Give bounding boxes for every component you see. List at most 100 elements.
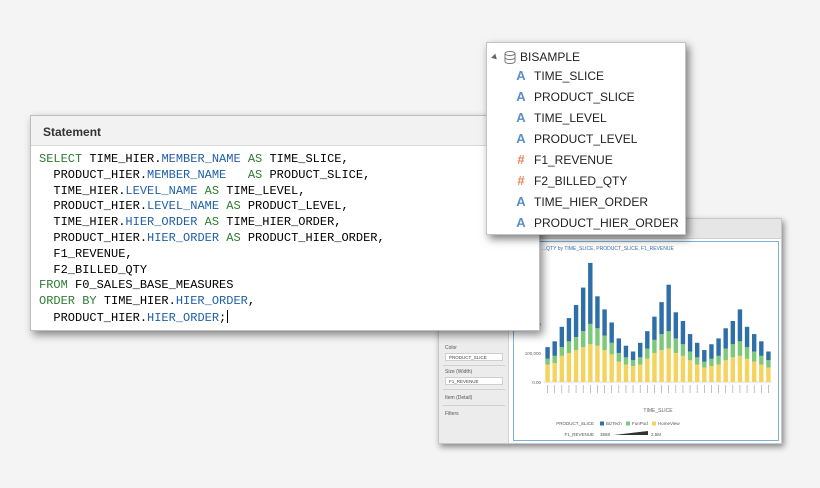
bar-segment bbox=[687, 334, 693, 352]
x-tick-label bbox=[725, 385, 726, 393]
x-tick-label bbox=[604, 385, 605, 393]
tree-item-product-slice[interactable]: A PRODUCT_SLICE bbox=[513, 86, 634, 107]
bar-segment bbox=[609, 354, 614, 382]
sql-text: TIME_HIER. bbox=[89, 152, 162, 166]
attribute-letter-icon: A bbox=[516, 110, 526, 125]
tree-item-f1-revenue[interactable]: # F1_REVENUE bbox=[513, 149, 612, 170]
x-tick-label bbox=[696, 385, 698, 393]
legend-label: HomeView bbox=[658, 421, 680, 426]
bar-segment bbox=[759, 355, 764, 365]
sql-text: PRODUCT_HIER. bbox=[39, 230, 148, 245]
size-wedge bbox=[614, 431, 648, 435]
size-legend-min: 3868 bbox=[600, 432, 611, 437]
collapse-triangle-icon[interactable] bbox=[491, 53, 499, 61]
x-tick-label bbox=[732, 385, 734, 393]
database-icon bbox=[504, 50, 516, 64]
sql-field: HIER_ORDER bbox=[147, 310, 220, 325]
sql-field: LEVEL_NAME bbox=[147, 199, 220, 214]
x-tick-label bbox=[675, 385, 677, 393]
sql-editor[interactable]: SELECT TIME_HIER.MEMBER_NAME AS TIME_SLI… bbox=[39, 152, 535, 327]
tree-item-label: TIME_HIER_ORDER bbox=[534, 194, 649, 209]
bar-segment bbox=[737, 341, 743, 356]
sql-line: ORDER BY TIME_HIER.HIER_ORDER, bbox=[39, 294, 535, 310]
tree-item-label: PRODUCT_HIER_ORDER bbox=[534, 215, 679, 230]
bar-segment bbox=[694, 342, 700, 358]
sql-field: HIER_ORDER bbox=[125, 215, 198, 230]
color-label: Color bbox=[445, 345, 457, 351]
x-tick-label bbox=[554, 385, 555, 393]
bar-segment bbox=[666, 284, 671, 332]
tree-item-f2-billed-qty[interactable]: # F2_BILLED_QTY bbox=[513, 170, 627, 191]
bar-segment bbox=[759, 364, 764, 382]
bar-segment bbox=[588, 323, 593, 345]
stacked-bar-chart: 200,000100,0000.00TIME_SLICEPRODUCT_SLIC… bbox=[525, 262, 772, 437]
tree-item-time-slice[interactable]: A TIME_SLICE bbox=[513, 65, 604, 86]
x-tick-label bbox=[625, 385, 627, 393]
sql-keyword: SELECT bbox=[39, 152, 90, 166]
sql-text: TIME_LEVEL, bbox=[226, 183, 306, 198]
bar-segment bbox=[552, 363, 557, 382]
sql-text: ; bbox=[219, 310, 227, 325]
sql-line: TIME_HIER.LEVEL_NAME AS TIME_LEVEL, bbox=[39, 184, 535, 200]
x-tick-label bbox=[768, 385, 769, 393]
sql-text: F1_REVENUE, bbox=[39, 246, 133, 261]
divider bbox=[443, 405, 505, 406]
x-tick-label bbox=[618, 385, 620, 393]
color-pill[interactable]: PRODUCT_SLICE bbox=[445, 353, 503, 361]
legend-label: FunPod bbox=[632, 421, 648, 426]
size-legend-title: F1_REVENUE bbox=[564, 432, 594, 437]
data-element-tree: BISAMPLE A TIME_SLICE A PRODUCT_SLICE A TIME_… bbox=[486, 42, 686, 235]
sql-field: MEMBER_NAME bbox=[147, 167, 227, 182]
bar-segment bbox=[595, 328, 600, 346]
tree-item-product-level[interactable]: A PRODUCT_LEVEL bbox=[513, 128, 637, 149]
bar-segment bbox=[623, 345, 629, 358]
sql-text: PRODUCT_HIER. bbox=[39, 310, 148, 325]
tree-item-label: F2_BILLED_QTY bbox=[534, 173, 628, 188]
bar-segment bbox=[645, 358, 650, 382]
bar-segment bbox=[744, 358, 750, 382]
tree-item-product-hier-order[interactable]: A PRODUCT_HIER_ORDER bbox=[513, 212, 679, 233]
bar-segment bbox=[687, 360, 693, 382]
legend-swatch bbox=[652, 421, 656, 426]
x-tick-label bbox=[547, 385, 548, 393]
bar-segment bbox=[602, 309, 607, 336]
bar-segment bbox=[559, 347, 565, 356]
attribute-letter-icon: A bbox=[516, 215, 526, 230]
size-legend-max: 2.5M bbox=[651, 432, 661, 437]
sql-keyword: ORDER BY bbox=[39, 294, 104, 309]
x-tick-label bbox=[753, 385, 755, 393]
x-tick-label bbox=[718, 385, 719, 393]
bar-segment bbox=[580, 347, 586, 382]
filters-label: Filters bbox=[445, 411, 459, 417]
bar-segment bbox=[673, 352, 679, 382]
bar-segment bbox=[659, 350, 664, 382]
x-axis-title: TIME_SLICE bbox=[643, 408, 673, 414]
bar-segment bbox=[659, 334, 664, 351]
bar-segment bbox=[630, 351, 636, 361]
tree-item-time-level[interactable]: A TIME_LEVEL bbox=[513, 107, 606, 128]
bar-segment bbox=[744, 326, 750, 348]
x-tick-label bbox=[654, 385, 655, 393]
bar-segment bbox=[716, 364, 721, 382]
bar-segment bbox=[545, 364, 550, 382]
size-pill[interactable]: F1_REVENUE bbox=[445, 377, 503, 385]
tree-root-bisample[interactable]: BISAMPLE bbox=[487, 47, 685, 67]
bar-segment bbox=[545, 347, 550, 359]
sql-field: MEMBER_NAME bbox=[161, 152, 241, 166]
bar-segment bbox=[623, 364, 629, 382]
attribute-letter-icon: A bbox=[516, 89, 526, 104]
x-tick-label bbox=[611, 385, 612, 393]
legend-label: BizTech bbox=[606, 421, 622, 426]
bar-segment bbox=[723, 348, 728, 361]
bar-segment bbox=[659, 302, 664, 335]
sql-text: PRODUCT_LEVEL, bbox=[247, 199, 349, 214]
sql-line: F2_BILLED_QTY bbox=[39, 263, 535, 279]
tree-item-time-hier-order[interactable]: A TIME_HIER_ORDER bbox=[513, 191, 648, 212]
sql-text: , bbox=[247, 294, 256, 309]
bar-segment bbox=[623, 357, 629, 365]
bar-segment bbox=[759, 341, 764, 356]
sql-text: TIME_HIER. bbox=[39, 215, 126, 230]
x-tick-label bbox=[761, 385, 762, 393]
bar-segment bbox=[559, 355, 565, 382]
bar-segment bbox=[652, 316, 657, 340]
